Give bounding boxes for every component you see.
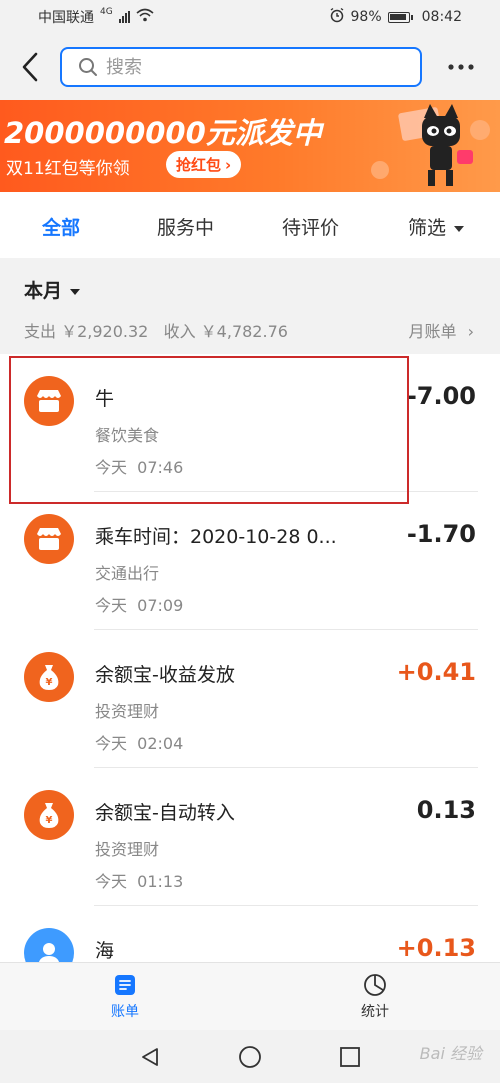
- transaction-row[interactable]: ¥ 余额宝-自动转入 投资理财 今天 01:13 0.13: [0, 768, 500, 906]
- svg-text:¥: ¥: [46, 677, 53, 688]
- system-recents-icon[interactable]: [339, 1046, 361, 1068]
- transaction-amount: +0.41: [396, 658, 476, 686]
- tab-filter[interactable]: 筛选: [408, 213, 465, 240]
- transaction-list: 牛 餐饮美食 今天 07:46 -7.00 乘车时间：2020-10-28 0.…: [0, 354, 500, 962]
- tmall-cat-mascot-icon: [371, 104, 490, 186]
- transaction-row[interactable]: ¥ 余额宝-收益发放 投资理财 今天 02:04 +0.41: [0, 630, 500, 768]
- banner-title: 2000000000元派发中: [4, 116, 322, 150]
- shop-icon: [24, 376, 74, 426]
- filter-tabs: 全部 服务中 待评价 筛选: [0, 192, 500, 258]
- back-button[interactable]: [0, 34, 60, 100]
- nav-stats-label: 统计: [361, 1004, 389, 1020]
- tab-all[interactable]: 全部: [42, 213, 80, 240]
- shop-icon: [24, 514, 74, 564]
- transaction-title: 海: [95, 940, 115, 962]
- nav-bills-label: 账单: [111, 1004, 139, 1020]
- month-section: 本月 支出 ￥2,920.32 收入 ￥4,782.76 月账单 ›: [0, 258, 500, 354]
- alarm-icon: [329, 7, 345, 27]
- caret-down-icon: [70, 288, 81, 295]
- transaction-title: 牛: [95, 388, 115, 410]
- transaction-category: 投资理财: [95, 702, 160, 721]
- bill-icon: [115, 975, 135, 995]
- transaction-category: 投资理财: [95, 840, 160, 859]
- transaction-amount: -1.70: [406, 520, 476, 548]
- transaction-category: 交通出行: [95, 564, 160, 583]
- banner-subtitle: 双11红包等你领: [6, 159, 130, 179]
- transaction-row[interactable]: 海 +0.13: [0, 906, 500, 962]
- filter-label: 筛选: [408, 217, 447, 239]
- tab-in-service[interactable]: 服务中: [157, 213, 214, 240]
- more-icon: [448, 64, 474, 70]
- pie-chart-icon: [364, 974, 386, 996]
- grab-red-packet-label: 抢红包: [176, 156, 222, 174]
- header: [0, 34, 500, 100]
- search-icon: [79, 58, 97, 76]
- transaction-amount: +0.13: [396, 934, 476, 962]
- search-input[interactable]: [106, 56, 386, 78]
- transaction-time: 今天 01:13: [95, 872, 184, 891]
- grab-red-packet-button[interactable]: 抢红包 ›: [166, 151, 242, 178]
- network-label: 4G: [100, 7, 113, 17]
- chevron-right-icon: ›: [225, 155, 232, 174]
- chevron-right-icon: ›: [467, 322, 474, 341]
- transaction-row[interactable]: 牛 餐饮美食 今天 07:46 -7.00: [0, 354, 500, 492]
- wifi-icon: [136, 8, 154, 26]
- clock: 08:42: [421, 9, 462, 25]
- transaction-row[interactable]: 乘车时间：2020-10-28 0... 交通出行 今天 07:09 -1.70: [0, 492, 500, 630]
- money-bag-icon: ¥: [24, 790, 74, 840]
- carrier-label: 中国联通: [38, 10, 94, 26]
- month-selector[interactable]: 本月: [24, 276, 81, 303]
- system-back-icon[interactable]: [139, 1046, 161, 1068]
- tab-to-review[interactable]: 待评价: [282, 213, 339, 240]
- transaction-title: 余额宝-收益发放: [95, 664, 235, 686]
- transaction-time: 今天 07:46: [95, 458, 184, 477]
- transaction-title: 余额宝-自动转入: [95, 802, 235, 824]
- bottom-nav: 账单 统计: [0, 962, 500, 1030]
- month-title: 本月: [24, 280, 63, 302]
- caret-down-icon: [454, 225, 465, 232]
- system-home-icon[interactable]: [238, 1045, 262, 1069]
- transaction-time: 今天 02:04: [95, 734, 184, 753]
- more-button[interactable]: [422, 34, 500, 100]
- money-bag-icon: ¥: [24, 652, 74, 702]
- nav-bills[interactable]: 账单: [0, 963, 250, 1031]
- status-bar: 中国联通 4G 98% 08:42: [0, 0, 500, 34]
- battery-percent: 98%: [350, 9, 382, 25]
- back-arrow-icon: [22, 52, 38, 82]
- promo-banner[interactable]: 2000000000元派发中 双11红包等你领 抢红包 ›: [0, 100, 500, 192]
- month-summary: 支出 ￥2,920.32 收入 ￥4,782.76: [24, 322, 288, 341]
- nav-stats[interactable]: 统计: [250, 963, 500, 1031]
- battery-icon: [387, 11, 413, 23]
- transaction-category: 餐饮美食: [95, 426, 160, 445]
- transaction-time: 今天 07:09: [95, 596, 184, 615]
- user-avatar-icon: [24, 928, 74, 962]
- svg-text:¥: ¥: [46, 815, 53, 826]
- search-box[interactable]: [60, 47, 422, 87]
- transaction-amount: -7.00: [406, 382, 476, 410]
- watermark: Bai 经验: [419, 1044, 482, 1063]
- monthly-bill-link[interactable]: 月账单 ›: [408, 318, 474, 342]
- transaction-title: 乘车时间：2020-10-28 0...: [95, 526, 337, 548]
- transaction-amount: 0.13: [416, 796, 476, 824]
- signal-icon: [118, 11, 130, 23]
- monthly-bill-label: 月账单: [408, 322, 457, 341]
